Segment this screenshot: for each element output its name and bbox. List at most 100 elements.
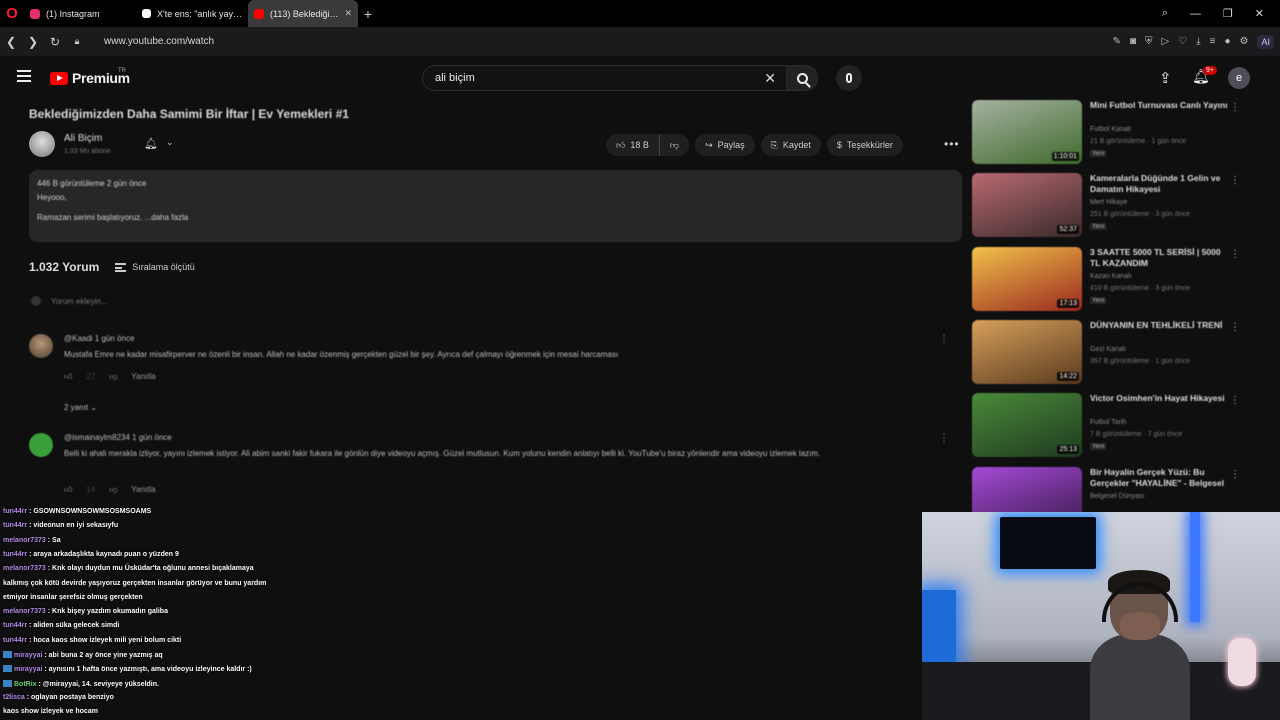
account-avatar[interactable]: e — [1228, 67, 1250, 89]
commenter-avatar[interactable] — [29, 334, 53, 358]
thumbs-up-icon[interactable]: 👍︎ — [64, 485, 72, 495]
thumbs-down-icon[interactable]: 👎︎ — [109, 485, 117, 495]
back-icon[interactable]: ❮ — [0, 35, 22, 49]
chat-message: tun44rr : hoca kaos show izleyek mili ye… — [3, 637, 181, 644]
video-title[interactable]: Bir Hayalin Gerçek Yüzü: Bu Gerçekler "H… — [1090, 467, 1230, 489]
sort-button[interactable]: Sıralama ölçütü — [115, 262, 195, 272]
recommended-video[interactable]: 17:13 3 SAATTE 5000 TL SERİSİ | 5000 TL K… — [972, 247, 1250, 313]
chevron-down-icon[interactable]: ⌄ — [166, 137, 174, 148]
chat-username[interactable]: melanor7373 — [3, 565, 46, 572]
more-options-icon[interactable]: ⋮ — [1230, 395, 1240, 406]
clear-search-icon[interactable]: ✕ — [764, 70, 776, 87]
comment-text: Mustafa Emre ne kadar misafirperver ne ö… — [64, 350, 619, 359]
more-options-icon[interactable]: ⋮ — [1230, 175, 1240, 186]
share-button[interactable]: ↪ Paylaş — [695, 134, 755, 156]
commenter-name[interactable]: @Kaadi 1 gün önce — [64, 334, 134, 343]
video-thumbnail[interactable]: 14:22 — [972, 320, 1082, 384]
thumbs-down-icon[interactable]: 👎︎ — [109, 372, 117, 382]
more-options-icon[interactable]: ⋮ — [1230, 469, 1240, 480]
chat-username[interactable]: tun44rr — [3, 637, 27, 644]
menu-hamburger-icon[interactable] — [17, 70, 31, 82]
thumbs-down-icon: 👎︎ — [669, 139, 680, 150]
extensions-icon[interactable]: ⚙ — [1240, 36, 1249, 47]
chat-username[interactable]: tun44rr — [3, 508, 27, 515]
video-title[interactable]: DÜNYANIN EN TEHLİKELİ TRENİ — [1090, 320, 1230, 331]
download-icon[interactable]: ⤓ — [1196, 36, 1200, 47]
chat-username[interactable]: t2lisca — [3, 694, 25, 701]
commenter-name[interactable]: @ismainaylm8234 1 gün önce — [64, 433, 172, 442]
channel-name: Futbol Kanalı — [1090, 126, 1132, 133]
player-icon[interactable]: ▷ — [1162, 36, 1170, 47]
maximize-icon[interactable]: ❐ — [1223, 7, 1233, 20]
description-more[interactable]: Ramazan serimi başlatıyoruz. ...daha faz… — [37, 213, 954, 222]
chat-username[interactable]: mirayyai — [14, 652, 42, 659]
shield-icon[interactable]: ⛨ — [1145, 36, 1153, 47]
close-window-icon[interactable]: ✕ — [1255, 7, 1264, 20]
video-thumbnail[interactable]: 17:13 — [972, 247, 1082, 311]
lock-icon[interactable]: 🔒︎ — [66, 36, 88, 47]
chat-username[interactable]: melanor7373 — [3, 537, 46, 544]
comment-menu-icon[interactable]: ⋮ — [939, 334, 949, 345]
chat-username[interactable]: tun44rr — [3, 551, 27, 558]
chat-username[interactable]: mirayyai — [14, 666, 42, 673]
reload-icon[interactable]: ↻ — [44, 35, 66, 49]
replies-toggle[interactable]: 2 yanıt ⌄ — [64, 403, 97, 412]
description-box[interactable]: 446 B görüntüleme 2 gün önce Heyooo, Ram… — [29, 170, 962, 242]
edit-icon[interactable]: ✎ — [1113, 36, 1121, 47]
close-tab-icon[interactable]: ✕ — [344, 8, 352, 19]
streamer-body — [1090, 634, 1190, 720]
video-title[interactable]: 3 SAATTE 5000 TL SERİSİ | 5000 TL KAZAND… — [1090, 247, 1230, 269]
upload-icon[interactable]: ⇪ — [1159, 69, 1172, 87]
url-field[interactable]: www.youtube.com/watch — [104, 36, 214, 47]
tab-instagram[interactable]: (1) Instagram — [24, 0, 136, 27]
search-input[interactable]: ali biçim ✕ — [422, 65, 786, 91]
voice-search-button[interactable] — [836, 65, 862, 91]
recommended-video[interactable]: 52:37 Kameralarla Düğünde 1 Gelin ve Dama… — [972, 173, 1250, 239]
forward-icon[interactable]: ❯ — [22, 35, 44, 49]
heart-icon[interactable]: ♡ — [1178, 36, 1187, 47]
more-actions-icon[interactable]: ••• — [944, 137, 960, 151]
commenter-avatar[interactable] — [29, 433, 53, 457]
recommended-video[interactable]: 1:10:01 Mini Futbol Turnuvası Canlı Yayın… — [972, 100, 1250, 166]
minimize-icon[interactable]: — — [1190, 8, 1201, 20]
camera-icon[interactable]: ◙ — [1130, 36, 1136, 47]
video-title[interactable]: Victor Osimhen'in Hayat Hikayesi — [1090, 393, 1230, 404]
dislike-button[interactable]: 👎︎ — [659, 134, 690, 156]
tab-youtube[interactable]: (113) Beklediğimizden ✕ — [248, 0, 358, 27]
reply-button[interactable]: Yanıtla — [131, 372, 155, 382]
thumbs-up-icon[interactable]: 👍︎ — [64, 372, 72, 382]
opera-logo-icon[interactable]: O — [0, 0, 24, 27]
video-thumbnail[interactable]: 25:13 — [972, 393, 1082, 457]
chat-message: tun44rr : araya arkadaşlıkta kaynadı pua… — [3, 551, 179, 558]
video-title[interactable]: Mini Futbol Turnuvası Canlı Yayını — [1090, 100, 1230, 111]
reply-button[interactable]: Yanıtla — [131, 485, 155, 495]
add-comment-input[interactable]: Yorum ekleyin... — [31, 296, 108, 306]
more-options-icon[interactable]: ⋮ — [1230, 322, 1240, 333]
video-thumbnail[interactable]: 52:37 — [972, 173, 1082, 237]
save-button[interactable]: ⎘ Kaydet — [760, 134, 821, 156]
chat-username[interactable]: tun44rr — [3, 622, 27, 629]
recommended-video[interactable]: 14:22 DÜNYANIN EN TEHLİKELİ TRENİ Gezi Kan… — [972, 320, 1250, 386]
search-button[interactable] — [786, 65, 818, 91]
like-button[interactable]: 👍︎ 18 B — [606, 134, 660, 156]
video-thumbnail[interactable]: 1:10:01 — [972, 100, 1082, 164]
chat-username[interactable]: BotRix — [14, 681, 37, 688]
profile-icon[interactable]: ● — [1224, 36, 1230, 47]
thanks-button[interactable]: $ Teşekkürler — [826, 134, 903, 156]
ai-button[interactable]: AI — [1257, 34, 1274, 49]
subscription-bell-icon[interactable]: 🔔︎ — [144, 137, 158, 150]
video-actions: 👍︎ 18 B 👎︎ ↪ Paylaş ⎘ Kaydet $ Teşekkürl… — [606, 134, 909, 156]
video-title[interactable]: Kameralarla Düğünde 1 Gelin ve Damatın H… — [1090, 173, 1230, 195]
channel-avatar[interactable] — [29, 131, 55, 157]
channel-name[interactable]: Ali Biçim — [64, 133, 102, 144]
menu-icon[interactable]: ≡ — [1210, 36, 1216, 47]
chat-username[interactable]: melanor7373 — [3, 608, 46, 615]
comment-menu-icon[interactable]: ⋮ — [939, 433, 949, 444]
chat-username[interactable]: tun44rr — [3, 522, 27, 529]
more-options-icon[interactable]: ⋮ — [1230, 249, 1240, 260]
search-tabs-icon[interactable]: ⌕ — [1162, 7, 1168, 20]
recommended-video[interactable]: 25:13 Victor Osimhen'in Hayat Hikayesi Fut… — [972, 393, 1250, 459]
new-tab-button[interactable]: + — [358, 6, 378, 22]
tab-x[interactable]: X'te ens: "anlık yayın var : — [136, 0, 248, 27]
more-options-icon[interactable]: ⋮ — [1230, 102, 1240, 113]
